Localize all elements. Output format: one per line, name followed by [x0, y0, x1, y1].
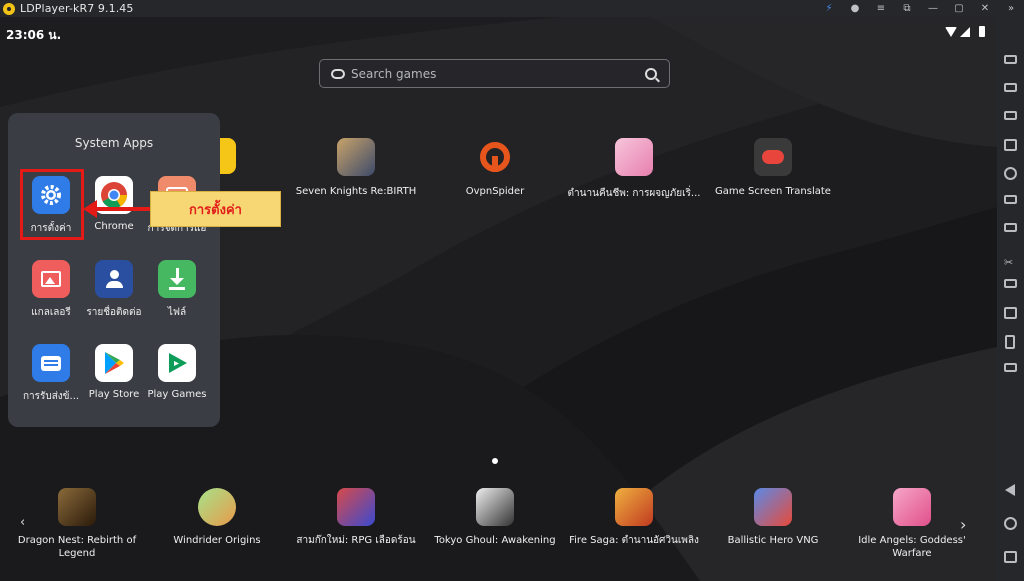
recents-nav-icon[interactable] [1004, 551, 1017, 563]
home-nav-icon[interactable] [1004, 517, 1017, 530]
apk-install-icon[interactable] [1004, 195, 1017, 204]
window-controls: ⚡ ● ≡ ⧉ — ▢ ✕ » [816, 0, 1024, 17]
app-label: Seven Knights Re:BIRTH [295, 186, 417, 197]
dock-app-three-kingdoms[interactable]: สามก๊กใหม่: RPG เลือดร้อน [286, 488, 426, 547]
app-label: สามก๊กใหม่: RPG เลือดร้อน [296, 535, 416, 546]
settings-callout: การตั้งค่า [150, 191, 281, 227]
window-title: LDPlayer-kR7 9.1.45 [20, 2, 134, 15]
page-indicator-dot [492, 458, 498, 464]
search-placeholder: Search games [351, 66, 437, 81]
app-label: Windrider Origins [173, 535, 261, 546]
folder-app-play-games[interactable]: Play Games [142, 344, 212, 400]
app-label: OvpnSpider [465, 186, 525, 197]
turbo-bolt-icon[interactable]: ⚡ [816, 0, 842, 17]
video-record-icon[interactable] [1004, 279, 1017, 288]
tokyo-ghoul-icon [476, 488, 514, 526]
ballistic-hero-icon [754, 488, 792, 526]
gamepad-translate-icon [754, 138, 792, 176]
apk-icon[interactable] [1004, 223, 1017, 232]
app-label: การรับส่งข้... [22, 391, 80, 402]
settings-highlight-box [20, 169, 84, 240]
volume-up-icon[interactable] [1004, 83, 1017, 92]
gallery-icon [32, 260, 70, 298]
menu-icon[interactable]: ≡ [868, 0, 894, 17]
fire-saga-icon [615, 488, 653, 526]
annotation-arrow [96, 207, 150, 211]
wifi-icon [945, 26, 957, 37]
ldplayer-window: LDPlayer-kR7 9.1.45 ⚡ ● ≡ ⧉ — ▢ ✕ » 23:0… [0, 0, 1024, 581]
seven-knights-icon [337, 138, 375, 176]
play-games-icon [158, 344, 196, 382]
messages-icon [32, 344, 70, 382]
folder-app-play-store[interactable]: Play Store [79, 344, 149, 400]
gamepad-icon [331, 68, 345, 79]
app-label: Dragon Nest: Rebirth of Legend [17, 535, 137, 559]
status-icons [945, 26, 985, 37]
desktop-app-game-screen-translate[interactable]: Game Screen Translate [698, 138, 848, 197]
idle-angels-icon [893, 488, 931, 526]
close-button[interactable]: ✕ [972, 0, 998, 17]
annotation-arrow-head-icon [83, 200, 97, 218]
operation-record-icon[interactable] [1004, 167, 1017, 180]
android-screen: 23:06 น. Search games Seven Knights Re:B… [0, 17, 997, 581]
folder-app-files[interactable]: ไฟล์ [142, 260, 212, 320]
more-options-icon[interactable] [1004, 363, 1017, 372]
dock-app-fire-saga[interactable]: Fire Saga: ตำนานอัศวินเพลิง [564, 488, 704, 547]
minimize-button[interactable]: — [920, 0, 946, 17]
app-label: Game Screen Translate [715, 186, 831, 197]
right-toolbar: ✂ [997, 17, 1024, 581]
windrider-icon [198, 488, 236, 526]
shared-folder-icon[interactable] [1004, 307, 1017, 319]
desktop-app-ovpnspider[interactable]: OvpnSpider [420, 138, 570, 197]
app-label: ไฟล์ [167, 307, 187, 318]
folder-title: System Apps [74, 136, 154, 150]
ovpnspider-icon [476, 138, 514, 176]
app-label: แกลเลอรี [31, 307, 71, 318]
app-label: Fire Saga: ตำนานอัศวินเพลิง [569, 535, 699, 546]
title-bar: LDPlayer-kR7 9.1.45 ⚡ ● ≡ ⧉ — ▢ ✕ » [0, 0, 1024, 17]
maximize-button[interactable]: ▢ [946, 0, 972, 17]
app-label: Idle Angels: Goddess' Warfare [858, 535, 966, 559]
search-icon[interactable] [645, 67, 657, 80]
popout-icon[interactable]: ⧉ [894, 0, 920, 17]
sidebar-toggle-icon[interactable]: » [998, 0, 1024, 17]
search-games-bar[interactable]: Search games [319, 59, 670, 88]
app-label: รายชื่อติดต่อ [86, 307, 142, 318]
dock-app-tokyo-ghoul[interactable]: Tokyo Ghoul: Awakening [425, 488, 565, 547]
dock-next-arrow-icon[interactable]: › [960, 515, 966, 534]
keyboard-mapping-icon[interactable] [1004, 55, 1017, 64]
folder-app-messages[interactable]: การรับส่งข้... [16, 344, 86, 404]
desktop-app-seven-knights[interactable]: Seven Knights Re:BIRTH [281, 138, 431, 197]
play-store-icon [95, 344, 133, 382]
three-kingdoms-icon [337, 488, 375, 526]
back-nav-icon[interactable] [1005, 484, 1015, 496]
app-label: Chrome [94, 221, 134, 232]
status-time: 23:06 น. [6, 28, 62, 42]
battery-icon [979, 26, 985, 37]
system-apps-folder: System Apps การตั้งค่า Chrome การจัดการแ… [8, 113, 220, 427]
app-label: Tokyo Ghoul: Awakening [434, 535, 556, 546]
download-file-icon [158, 260, 196, 298]
dock-app-ballistic-hero[interactable]: Ballistic Hero VNG [703, 488, 843, 547]
anime-game-icon [615, 138, 653, 176]
ldplayer-logo-icon [3, 2, 15, 15]
app-label: Ballistic Hero VNG [727, 535, 819, 546]
screenshot-icon[interactable] [1004, 139, 1017, 151]
dock-app-windrider[interactable]: Windrider Origins [147, 488, 287, 547]
contacts-icon [95, 260, 133, 298]
app-label: ตำนานคืนชีพ: การผจญภัยเริ่... [567, 188, 701, 199]
folder-app-contacts[interactable]: รายชื่อติดต่อ [79, 260, 149, 320]
dock-app-dragon-nest[interactable]: Dragon Nest: Rebirth of Legend [7, 488, 147, 560]
volume-down-icon[interactable] [1004, 111, 1017, 120]
app-label: Play Games [147, 389, 207, 400]
dragon-nest-icon [58, 488, 96, 526]
signal-icon [960, 26, 970, 37]
folder-app-gallery[interactable]: แกลเลอรี [16, 260, 86, 320]
scissors-icon[interactable]: ✂ [1004, 251, 1017, 269]
app-label: Play Store [88, 389, 140, 400]
shake-icon[interactable] [1005, 335, 1015, 349]
account-icon[interactable]: ● [842, 0, 868, 17]
desktop-app-anime-game[interactable]: ตำนานคืนชีพ: การผจญภัยเริ่... [559, 138, 709, 201]
